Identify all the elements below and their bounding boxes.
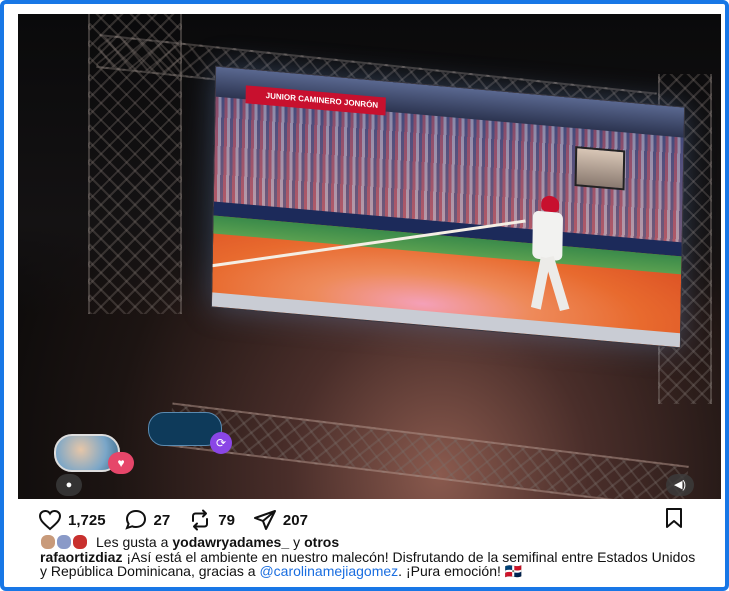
post-video[interactable]: JUNIOR CAMINERO JONRÓN ♥ ⟳ ● ◀) xyxy=(18,14,721,499)
reposts-count: 79 xyxy=(218,511,235,529)
speaker-icon[interactable]: ◀) xyxy=(666,474,694,496)
repost-badge-icon: ⟳ xyxy=(210,432,232,454)
liked-by-prefix: Les gusta a xyxy=(96,534,169,550)
share-action[interactable]: 207 xyxy=(253,509,308,531)
liker-mini-avatar xyxy=(72,534,88,550)
liker-mini-avatar xyxy=(56,534,72,550)
liker-mini-avatar xyxy=(40,534,56,550)
likes-count: 1,725 xyxy=(68,511,106,529)
giant-screen: JUNIOR CAMINERO JONRÓN xyxy=(210,65,686,349)
repost-action[interactable]: 79 xyxy=(188,509,235,531)
caption-mention[interactable]: @carolinamejiagomez xyxy=(259,563,398,579)
post-actions: 1,725 27 79 207 xyxy=(38,507,318,533)
liked-by-user[interactable]: yodawryadames_ xyxy=(172,534,289,550)
comments-count: 27 xyxy=(153,511,171,529)
stadium-jumbotron xyxy=(574,146,626,191)
heart-badge-icon: ♥ xyxy=(108,452,134,474)
repost-icon[interactable] xyxy=(188,509,212,531)
like-action[interactable]: 1,725 xyxy=(38,509,106,531)
person-icon[interactable]: ● xyxy=(56,474,82,496)
post-frame: JUNIOR CAMINERO JONRÓN ♥ ⟳ ● ◀) 1,725 27… xyxy=(0,0,729,591)
liked-by-connector: y xyxy=(293,534,301,550)
player-jersey xyxy=(532,210,564,261)
bookmark-icon[interactable] xyxy=(664,507,684,534)
baseball-player xyxy=(517,193,579,318)
comment-icon[interactable] xyxy=(124,509,148,531)
player-leg xyxy=(544,256,570,312)
share-icon[interactable] xyxy=(253,509,277,531)
comment-action[interactable]: 27 xyxy=(124,509,171,531)
heart-icon[interactable] xyxy=(38,509,62,531)
caption-text-end: . ¡Pura emoción! 🇩🇴 xyxy=(398,563,523,579)
player-helmet xyxy=(541,195,560,213)
post-caption: rafaortizdiaz ¡Así está el ambiente en n… xyxy=(40,550,700,578)
liked-by-others[interactable]: otros xyxy=(304,534,339,550)
ground-truss xyxy=(167,402,689,499)
liked-by-line[interactable]: Les gusta a yodawryadames_ y otros xyxy=(40,534,339,550)
shares-count: 207 xyxy=(282,511,308,529)
